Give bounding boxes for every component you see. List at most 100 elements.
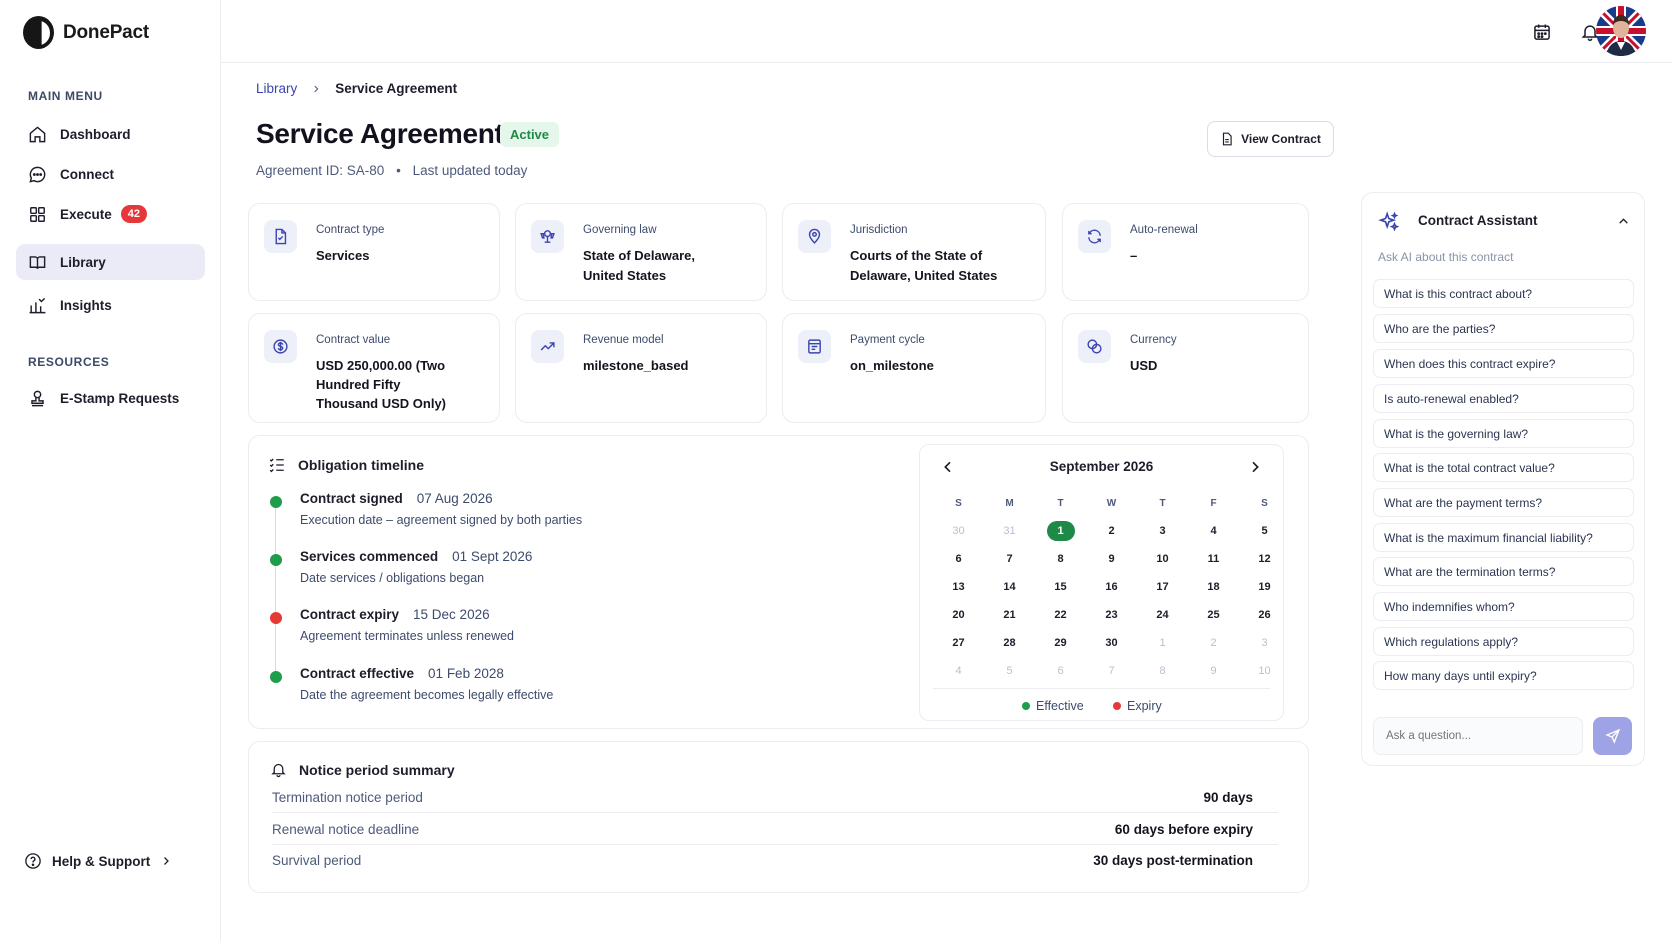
calendar-day[interactable]: 10	[1137, 545, 1188, 573]
card-label: Auto-renewal	[1130, 224, 1198, 236]
help-support-link[interactable]: Help & Support	[24, 852, 172, 870]
calendar-day[interactable]: 22	[1035, 601, 1086, 629]
page-title: Service Agreement	[256, 118, 504, 149]
calendar-day[interactable]: 25	[1188, 601, 1239, 629]
calendar-day[interactable]: 17	[1137, 573, 1188, 601]
calendar-day[interactable]: 20	[933, 601, 984, 629]
event-name: Contract effective 01 Feb 2028	[300, 666, 504, 681]
calendar-day[interactable]: 27	[933, 629, 984, 657]
calendar-day[interactable]: 1	[1035, 517, 1086, 545]
calendar-day[interactable]: 24	[1137, 601, 1188, 629]
suggested-question[interactable]: Who indemnifies whom?	[1373, 592, 1634, 621]
card-value: on_milestone	[850, 358, 934, 373]
weekday-header: M	[1005, 497, 1014, 509]
calendar-day[interactable]: 13	[933, 573, 984, 601]
suggested-question[interactable]: What are the payment terms?	[1373, 488, 1634, 517]
calendar-day[interactable]: 30	[933, 517, 984, 545]
calendar-day[interactable]: 5	[984, 657, 1035, 685]
calendar-day[interactable]: 10	[1239, 657, 1290, 685]
calendar-month: September 2026	[1049, 459, 1154, 474]
calendar-day[interactable]: 16	[1086, 573, 1137, 601]
card-value: State of Delaware, United States	[583, 248, 695, 283]
suggested-question[interactable]: Who are the parties?	[1373, 314, 1634, 343]
suggested-question[interactable]: Is auto-renewal enabled?	[1373, 384, 1634, 413]
separator-dot: •	[396, 163, 401, 178]
chevron-up-icon[interactable]	[1617, 215, 1630, 228]
calendar-day[interactable]: 26	[1239, 601, 1290, 629]
selected-day: 1	[1046, 521, 1075, 541]
calendar-day[interactable]: 12	[1239, 545, 1290, 573]
sidebar-item-label: Execute	[60, 206, 112, 222]
suggested-question[interactable]: What are the termination terms?	[1373, 557, 1634, 586]
chevron-right-icon[interactable]	[1247, 459, 1263, 475]
suggested-question[interactable]: What is the governing law?	[1373, 419, 1634, 448]
location-icon	[798, 220, 831, 253]
suggested-question[interactable]: What is this contract about?	[1373, 279, 1634, 308]
payment-cycle-card: Payment cycle on_milestone	[782, 313, 1046, 423]
calendar-day[interactable]: 4	[1188, 517, 1239, 545]
calendar-day[interactable]: 4	[933, 657, 984, 685]
logo-mark-icon	[23, 16, 54, 49]
calendar-day[interactable]: 19	[1239, 573, 1290, 601]
card-label: Contract type	[316, 224, 385, 236]
calendar-day[interactable]: 23	[1086, 601, 1137, 629]
calendar-day[interactable]: 15	[1035, 573, 1086, 601]
ask-question-input[interactable]	[1373, 717, 1583, 755]
suggested-question[interactable]: How many days until expiry?	[1373, 661, 1634, 690]
calendar-day[interactable]: 8	[1137, 657, 1188, 685]
card-label: Contract value	[316, 334, 391, 346]
calendar-icon[interactable]	[1532, 22, 1552, 42]
book-icon	[29, 255, 46, 269]
card-value: –	[1130, 248, 1138, 263]
event-date: 01 Sept 2026	[452, 549, 533, 564]
calendar-day[interactable]: 5	[1239, 517, 1290, 545]
event-name: Contract expiry 15 Dec 2026	[300, 607, 490, 622]
event-title: Services commenced	[300, 549, 439, 564]
sidebar-item-execute[interactable]: Execute 42	[16, 196, 205, 232]
event-title: Contract expiry	[300, 607, 400, 622]
suggested-question[interactable]: When does this contract expire?	[1373, 349, 1634, 378]
calendar-day[interactable]: 30	[1086, 629, 1137, 657]
calendar-day[interactable]: 3	[1239, 629, 1290, 657]
notice-key: Termination notice period	[272, 789, 423, 805]
notice-title: Notice period summary	[299, 761, 455, 778]
calendar-day[interactable]: 9	[1188, 657, 1239, 685]
calendar-day[interactable]: 6	[933, 545, 984, 573]
calendar-day[interactable]: 21	[984, 601, 1035, 629]
sidebar-item-dashboard[interactable]: Dashboard	[16, 116, 205, 152]
sidebar-item-e-stamp-requests[interactable]: E-Stamp Requests	[16, 380, 205, 416]
avatar[interactable]	[1596, 6, 1646, 56]
calendar-day[interactable]: 14	[984, 573, 1035, 601]
calendar-day[interactable]: 2	[1086, 517, 1137, 545]
calendar-day[interactable]: 7	[1086, 657, 1137, 685]
notice-value: 60 days before expiry	[1114, 821, 1253, 837]
view-contract-button[interactable]: View Contract	[1207, 121, 1334, 157]
calendar-day[interactable]: 8	[1035, 545, 1086, 573]
calendar-day[interactable]: 18	[1188, 573, 1239, 601]
calendar-day[interactable]: 7	[984, 545, 1035, 573]
calendar-day[interactable]: 28	[984, 629, 1035, 657]
sidebar-item-insights[interactable]: Insights	[16, 287, 205, 323]
calendar-day[interactable]: 1	[1137, 629, 1188, 657]
send-button[interactable]	[1593, 717, 1632, 755]
calendar-day[interactable]: 11	[1188, 545, 1239, 573]
suggested-question[interactable]: What is the maximum financial liability?	[1373, 523, 1634, 552]
sidebar-item-connect[interactable]: Connect	[16, 156, 205, 192]
sidebar-item-library[interactable]: Library	[16, 244, 205, 280]
suggested-question[interactable]: What is the total contract value?	[1373, 453, 1634, 482]
calendar-day[interactable]: 9	[1086, 545, 1137, 573]
suggested-question[interactable]: Which regulations apply?	[1373, 627, 1634, 656]
calendar-day[interactable]: 29	[1035, 629, 1086, 657]
auto-renewal-card: Auto-renewal –	[1062, 203, 1309, 301]
calendar-day[interactable]: 2	[1188, 629, 1239, 657]
event-dot	[270, 612, 282, 624]
breadcrumb-library-link[interactable]: Library	[256, 81, 297, 96]
logo[interactable]: DonePact	[23, 16, 149, 49]
calendar-day[interactable]: 31	[984, 517, 1035, 545]
calendar-day[interactable]: 6	[1035, 657, 1086, 685]
coins-icon	[1078, 330, 1111, 363]
legend-label: Expiry	[1127, 699, 1162, 713]
grid-icon	[30, 206, 45, 222]
contract-value-card: Contract value USD 250,000.00 (Two Hundr…	[248, 313, 500, 423]
calendar-day[interactable]: 3	[1137, 517, 1188, 545]
